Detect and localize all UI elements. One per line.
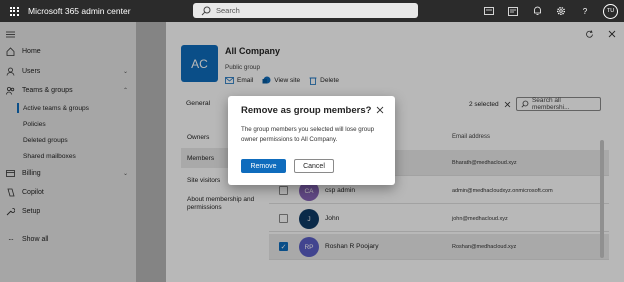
- whats-new-icon[interactable]: [507, 5, 519, 17]
- search-icon: [201, 6, 211, 15]
- close-icon[interactable]: [375, 105, 385, 115]
- search-placeholder: Search: [216, 6, 240, 15]
- screen-icon[interactable]: [483, 5, 495, 17]
- top-bar: Microsoft 365 admin center Search ? TU: [0, 0, 624, 22]
- help-icon[interactable]: ?: [579, 5, 591, 17]
- app-launcher-icon[interactable]: [6, 0, 22, 22]
- notifications-icon[interactable]: [531, 5, 543, 17]
- remove-button[interactable]: Remove: [241, 159, 286, 173]
- dialog-title: Remove as group members?: [241, 105, 372, 116]
- cancel-button[interactable]: Cancel: [294, 159, 334, 173]
- search-box[interactable]: Search: [193, 3, 418, 18]
- dialog-body: The group members you selected will lose…: [241, 126, 375, 143]
- app-title[interactable]: Microsoft 365 admin center: [28, 6, 131, 16]
- user-avatar[interactable]: TU: [603, 3, 618, 19]
- settings-icon[interactable]: [555, 5, 567, 17]
- confirm-dialog: Remove as group members? The group membe…: [228, 96, 395, 185]
